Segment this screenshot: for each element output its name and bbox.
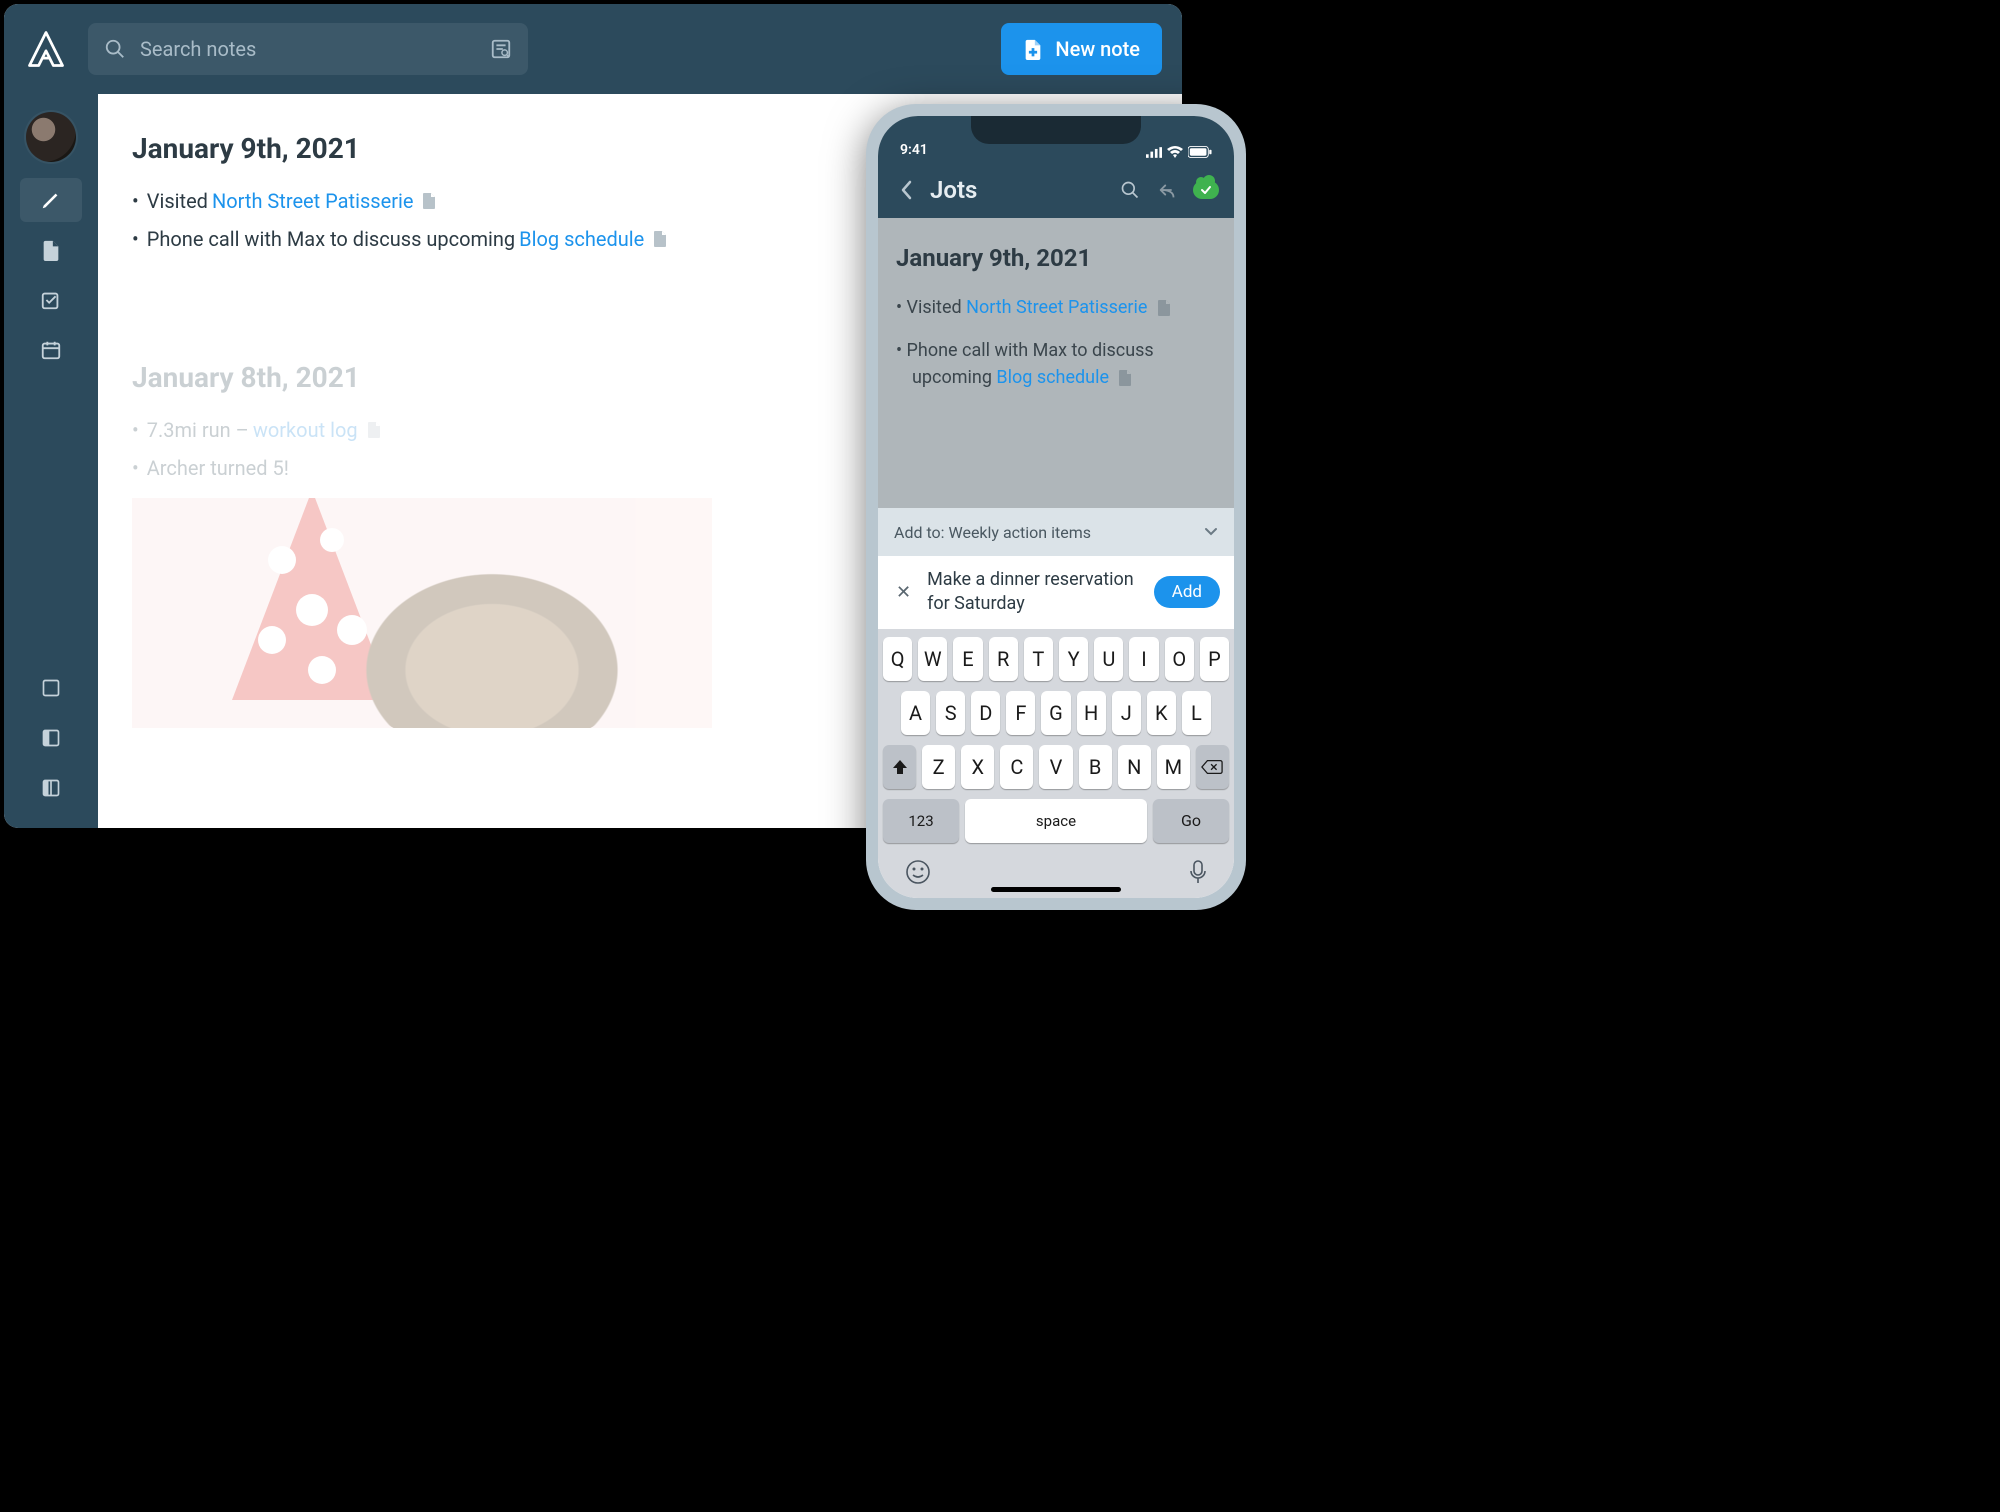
phone-header: Jots: [878, 162, 1234, 218]
key-l[interactable]: L: [1182, 691, 1211, 735]
sidebar-layout-single-icon[interactable]: [20, 666, 82, 710]
add-to-label: Add to: Weekly action items: [894, 523, 1091, 542]
soft-keyboard: QWERTYUIOP ASDFGHJKL ZXCVBNM 123 space G…: [878, 629, 1234, 898]
phone-note-title: January 9th, 2021: [896, 244, 1216, 272]
key-backspace[interactable]: [1196, 745, 1229, 789]
new-note-button[interactable]: New note: [1001, 23, 1162, 75]
key-f[interactable]: F: [1006, 691, 1035, 735]
search-icon[interactable]: [1116, 180, 1144, 200]
search-icon: [104, 38, 126, 60]
avatar[interactable]: [26, 112, 76, 162]
home-indicator[interactable]: [991, 887, 1121, 892]
key-b[interactable]: B: [1079, 745, 1112, 789]
key-e[interactable]: E: [953, 637, 982, 681]
note-line: • Phone call with Max to discuss upcomin…: [896, 337, 1216, 391]
key-shift[interactable]: [883, 745, 916, 789]
key-a[interactable]: A: [901, 691, 930, 735]
phone-screen: 9:41 Jots January 9th, 2021 • Visited No…: [878, 116, 1234, 898]
key-d[interactable]: D: [971, 691, 1000, 735]
search-placeholder: Search notes: [140, 37, 476, 61]
sidebar: [4, 94, 98, 828]
sidebar-item-calendar[interactable]: [20, 328, 82, 372]
chevron-down-icon: [1204, 527, 1218, 537]
key-space[interactable]: space: [965, 799, 1147, 843]
document-icon: [366, 421, 382, 439]
key-n[interactable]: N: [1118, 745, 1151, 789]
document-icon: [1117, 369, 1133, 387]
mic-icon[interactable]: [1189, 859, 1207, 885]
note-link[interactable]: North Street Patisserie: [966, 297, 1147, 318]
key-k[interactable]: K: [1147, 691, 1176, 735]
document-icon: [652, 230, 668, 248]
key-u[interactable]: U: [1094, 637, 1123, 681]
key-q[interactable]: Q: [883, 637, 912, 681]
phone-notch: [971, 116, 1141, 144]
key-p[interactable]: P: [1200, 637, 1229, 681]
key-i[interactable]: I: [1129, 637, 1158, 681]
note-link[interactable]: Blog schedule: [519, 227, 644, 251]
sidebar-layout-split-left-icon[interactable]: [20, 716, 82, 760]
key-z[interactable]: Z: [922, 745, 955, 789]
add-to-selector[interactable]: Add to: Weekly action items: [878, 508, 1234, 556]
app-logo-icon: [24, 27, 68, 71]
sidebar-item-notes[interactable]: [20, 228, 82, 272]
sidebar-item-compose[interactable]: [20, 178, 82, 222]
sync-status-icon: [1192, 181, 1220, 199]
key-s[interactable]: S: [936, 691, 965, 735]
key-x[interactable]: X: [961, 745, 994, 789]
sidebar-item-tasks[interactable]: [20, 278, 82, 322]
back-icon[interactable]: [892, 180, 920, 200]
sidebar-layout-columns-icon[interactable]: [20, 766, 82, 810]
note-link[interactable]: workout log: [253, 418, 358, 442]
quick-add-input[interactable]: Make a dinner reservation for Saturday: [927, 568, 1142, 617]
key-r[interactable]: R: [989, 637, 1018, 681]
undo-icon[interactable]: [1154, 182, 1182, 198]
clear-input-button[interactable]: ✕: [892, 578, 915, 607]
advanced-search-icon[interactable]: [490, 38, 512, 60]
note-image: [132, 498, 712, 728]
phone-header-title: Jots: [930, 176, 1106, 204]
battery-icon: [1188, 146, 1212, 158]
key-v[interactable]: V: [1039, 745, 1072, 789]
key-123[interactable]: 123: [883, 799, 959, 843]
key-o[interactable]: O: [1165, 637, 1194, 681]
key-c[interactable]: C: [1000, 745, 1033, 789]
document-icon: [1156, 299, 1172, 317]
key-t[interactable]: T: [1024, 637, 1053, 681]
key-j[interactable]: J: [1112, 691, 1141, 735]
key-go[interactable]: Go: [1153, 799, 1229, 843]
note-line: • Visited North Street Patisserie: [896, 294, 1216, 321]
search-input[interactable]: Search notes: [88, 23, 528, 75]
key-m[interactable]: M: [1157, 745, 1190, 789]
top-bar: Search notes New note: [4, 4, 1182, 94]
phone-note-content: January 9th, 2021 • Visited North Street…: [878, 218, 1234, 508]
key-y[interactable]: Y: [1059, 637, 1088, 681]
wifi-icon: [1167, 146, 1183, 158]
document-icon: [421, 192, 437, 210]
key-g[interactable]: G: [1041, 691, 1070, 735]
note-link[interactable]: North Street Patisserie: [212, 189, 413, 213]
signal-icon: [1146, 147, 1162, 158]
key-h[interactable]: H: [1077, 691, 1106, 735]
phone-frame: 9:41 Jots January 9th, 2021 • Visited No…: [866, 104, 1246, 910]
new-note-icon: [1023, 38, 1043, 60]
emoji-icon[interactable]: [905, 859, 931, 885]
add-button[interactable]: Add: [1154, 576, 1220, 608]
key-w[interactable]: W: [918, 637, 947, 681]
status-time: 9:41: [900, 142, 928, 158]
quick-add-input-row: ✕ Make a dinner reservation for Saturday…: [878, 556, 1234, 629]
note-link[interactable]: Blog schedule: [996, 367, 1109, 388]
new-note-label: New note: [1055, 37, 1140, 61]
